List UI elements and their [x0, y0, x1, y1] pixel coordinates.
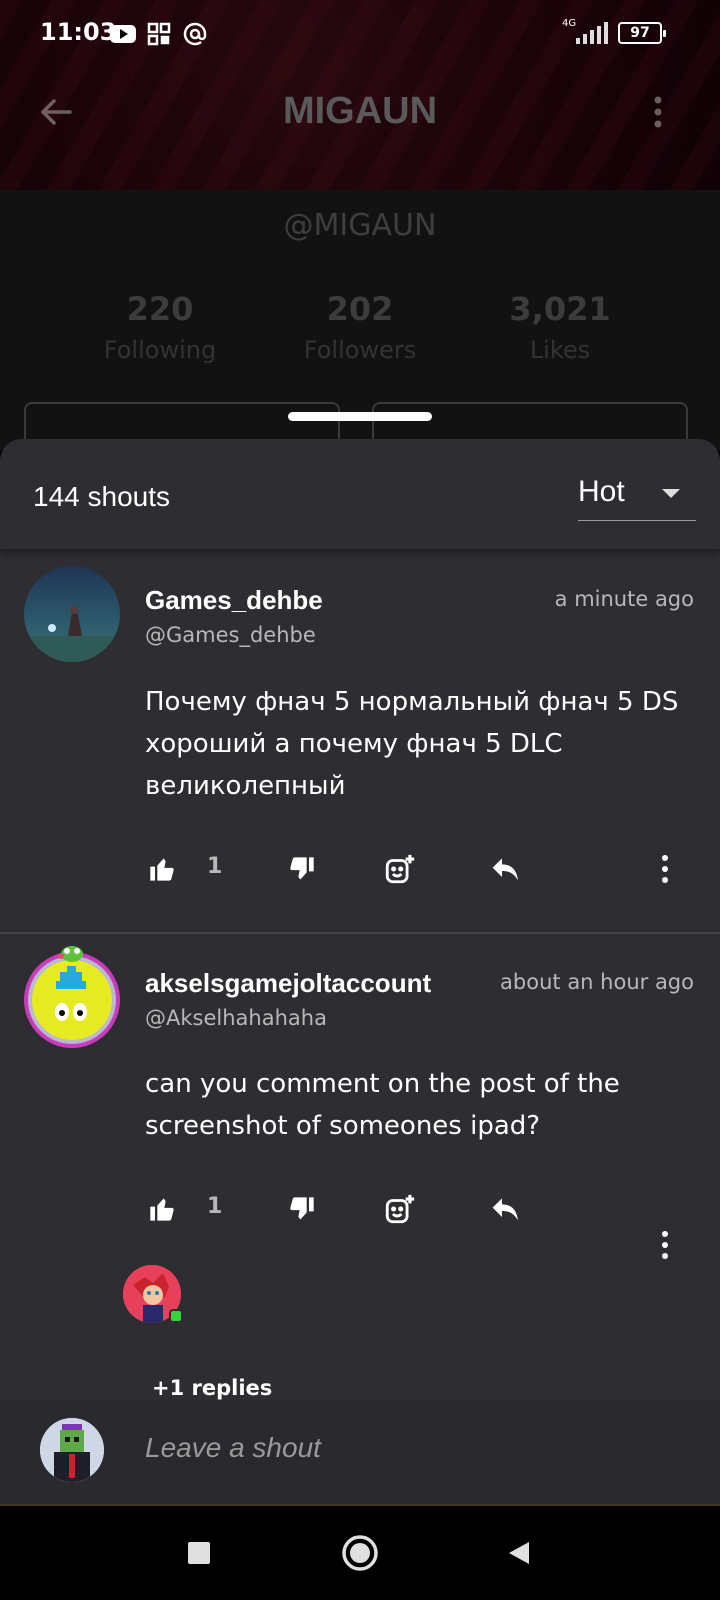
- comment-author[interactable]: Games_dehbe: [145, 585, 475, 616]
- status-bar: 11:03 4G 97: [0, 0, 720, 72]
- at-icon: [182, 22, 208, 46]
- dislike-icon[interactable]: [285, 1192, 319, 1226]
- battery-icon: 97: [618, 22, 666, 44]
- comment-time: about an hour ago: [500, 970, 694, 994]
- reply-icon[interactable]: [489, 852, 523, 886]
- shouts-header: 144 shouts Hot: [0, 439, 720, 549]
- recents-square-icon[interactable]: [176, 1530, 222, 1576]
- stat-value: 3,021: [509, 290, 611, 328]
- stat-label: Likes: [529, 336, 591, 364]
- stat-label: Followers: [303, 336, 417, 364]
- profile-stats: 220 Following 202 Followers 3,021 Likes: [0, 290, 720, 364]
- youtube-icon: [110, 22, 136, 46]
- add-reaction-icon[interactable]: [383, 1192, 417, 1226]
- comment-divider: [0, 932, 720, 934]
- leave-shout-input[interactable]: Leave a shout: [145, 1432, 321, 1464]
- profile-top-bar: MIGAUN: [0, 72, 720, 152]
- stat-value: 202: [326, 290, 394, 328]
- sheet-drag-handle[interactable]: [288, 412, 432, 421]
- comment-author[interactable]: akselsgamejoltaccount: [145, 968, 463, 999]
- shout-count: 144 shouts: [33, 481, 170, 512]
- home-circle-icon[interactable]: [337, 1530, 383, 1576]
- like-count: 1: [207, 1194, 223, 1219]
- comment-handle[interactable]: @Games_dehbe: [145, 623, 316, 647]
- comment-actions: 1: [145, 1192, 705, 1259]
- comment-more-icon[interactable]: [655, 852, 675, 886]
- comment-body: Почему фнач 5 нормальный фнач 5 DS хорош…: [145, 687, 679, 801]
- comment-handle[interactable]: @Akselhahahaha: [145, 1006, 327, 1030]
- shout-composer: Leave a shout: [0, 1400, 720, 1506]
- reply-icon[interactable]: [489, 1192, 523, 1226]
- stat-likes[interactable]: 3,021 Likes: [460, 290, 660, 364]
- like-icon[interactable]: [145, 1192, 179, 1226]
- avatar[interactable]: [20, 944, 124, 1048]
- signal-icon: 4G: [562, 18, 608, 44]
- system-nav-bar: [0, 1506, 720, 1600]
- comment-body: can you comment on the post of the scree…: [145, 1069, 620, 1141]
- comment-time: a minute ago: [554, 587, 694, 611]
- comment-actions: 1: [145, 852, 705, 892]
- qr-icon: [146, 22, 172, 46]
- like-count: 1: [207, 854, 223, 879]
- stat-following[interactable]: 220 Following: [60, 290, 260, 364]
- stat-followers[interactable]: 202 Followers: [260, 290, 460, 364]
- stat-value: 220: [126, 290, 194, 328]
- status-time: 11:03: [40, 18, 117, 46]
- network-label: 4G: [562, 18, 577, 29]
- caret-down-icon: [662, 489, 680, 498]
- battery-level: 97: [630, 25, 650, 41]
- more-vertical-icon[interactable]: [646, 94, 670, 130]
- view-replies-link[interactable]: +1 replies: [152, 1376, 272, 1400]
- comment-more-icon[interactable]: [655, 1228, 675, 1262]
- current-user-avatar: [40, 1418, 104, 1482]
- like-icon[interactable]: [145, 852, 179, 886]
- online-status-indicator: [169, 1309, 183, 1323]
- profile-handle: @MIGAUN: [283, 208, 437, 243]
- profile-title: MIGAUN: [282, 90, 438, 132]
- stat-label: Following: [103, 336, 217, 364]
- add-reaction-icon[interactable]: [383, 852, 417, 886]
- avatar[interactable]: [24, 566, 120, 662]
- dislike-icon[interactable]: [285, 852, 319, 886]
- sort-value: Hot: [578, 475, 625, 508]
- back-triangle-icon[interactable]: [496, 1530, 542, 1576]
- sort-dropdown[interactable]: Hot: [578, 467, 696, 521]
